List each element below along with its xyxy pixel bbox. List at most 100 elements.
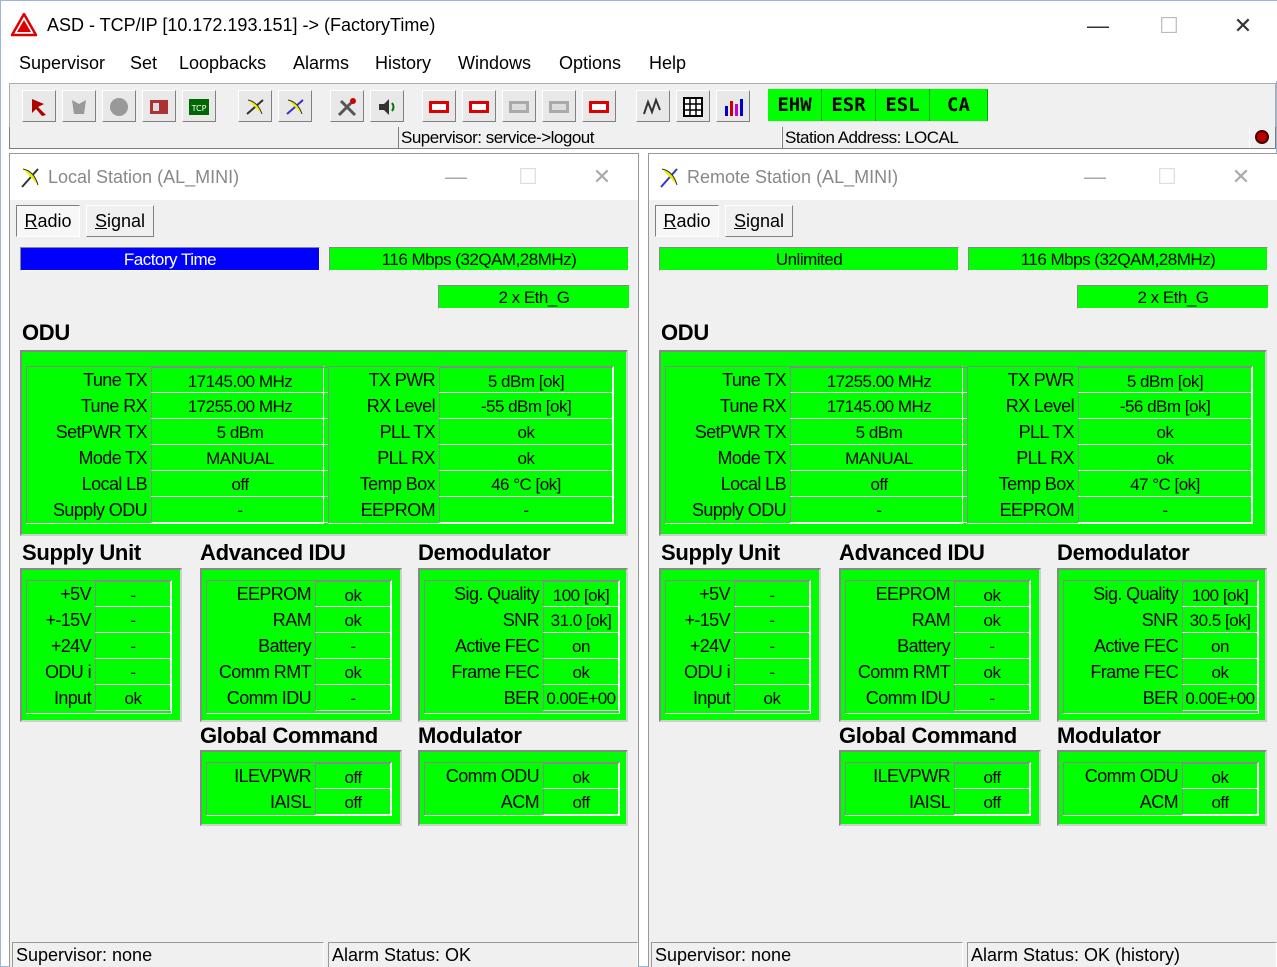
maximize-button[interactable]: ☐ [1146,9,1192,43]
menu-loopbacks[interactable]: Loopbacks [179,53,266,74]
grid-button[interactable] [676,90,710,122]
minimize-button[interactable]: — [1075,9,1121,43]
menu-bar: Supervisor Set Loopbacks Alarms History … [1,47,1277,81]
advanced-idu-row: EEPROM ok [846,581,1030,607]
modulator-row: ACM off [425,789,619,815]
antenna-alt-button[interactable] [278,90,312,122]
odu-value: ok [439,419,613,445]
odu-left-row: Local LB off [666,471,968,497]
advanced-idu-box: EEPROM ok RAM ok Battery - Comm RMT ok Comm … [839,568,1041,722]
capacity-status: 116 Mbps (32QAM,28MHz) [329,247,629,271]
demodulator-label: BER [503,688,540,708]
remote-status-bar: Supervisor: none Alarm Status: OK (histo… [649,940,1277,967]
global-command-value: off [315,763,391,789]
loopback-4-icon [549,101,569,113]
demodulator-box: Sig. Quality 100 [ok] SNR 30.5 [ok] Active… [1057,568,1267,722]
history-button[interactable] [62,90,96,122]
remote-close-button[interactable]: ✕ [1221,160,1261,194]
loopback-4-button[interactable] [542,90,576,122]
global-command-label: IAISL [269,792,312,812]
modulator-title: Modulator [418,723,522,748]
demodulator-label: BER [1142,688,1179,708]
menu-supervisor[interactable]: Supervisor [19,53,105,74]
menu-alarms[interactable]: Alarms [293,53,349,74]
alarm-indicator-esl: ESL [876,89,930,121]
global-command-row: IAISL off [846,789,1030,815]
odu-label: RX Level [366,396,436,416]
tcp-button[interactable]: TCP [182,90,216,122]
menu-options[interactable]: Options [559,53,621,74]
loopback-1-button[interactable] [422,90,456,122]
global-command-value: off [315,789,391,815]
advanced-idu-title: Advanced IDU [839,540,985,565]
demodulator-label: Active FEC [454,636,540,656]
remote-maximize-button[interactable]: ☐ [1147,160,1187,194]
measure-button[interactable] [636,90,670,122]
local-minimize-button[interactable]: — [436,160,476,194]
demodulator-value: ok [1182,659,1258,685]
equipment-button[interactable] [142,90,176,122]
advanced-idu-row: RAM ok [846,607,1030,633]
tab-signal[interactable]: Signal [86,205,154,237]
odu-left-row: Tune TX 17145.00 MHz [27,367,329,393]
supervisor-button[interactable] [22,90,56,122]
tab-radio[interactable]: Radio [16,205,80,237]
grid-icon [683,97,703,117]
antenna-button[interactable] [238,90,272,122]
loopback-2-button[interactable] [462,90,496,122]
demodulator-value: 31.0 [ok] [543,607,619,633]
advanced-idu-value: ok [315,659,391,685]
local-close-button[interactable]: ✕ [582,160,622,194]
odu-label: Tune RX [80,396,148,416]
odu-label: Local LB [720,474,787,494]
demodulator-row: Frame FEC ok [425,659,619,685]
loopback-5-button[interactable] [582,90,616,122]
loopback-3-button[interactable] [502,90,536,122]
modulator-table: Comm ODU ok ACM off [424,762,620,816]
tab-signal[interactable]: Signal [725,205,793,237]
modulator-row: Comm ODU ok [425,763,619,789]
odu-label: EEPROM [999,500,1075,520]
menu-windows[interactable]: Windows [458,53,531,74]
odu-right-row: Temp Box 46 °C [ok] [329,471,613,497]
odu-value: off [790,471,968,497]
menu-set[interactable]: Set [130,53,157,74]
modulator-label: Comm ODU [445,766,540,786]
odu-value: - [439,497,613,523]
odu-value: MANUAL [790,445,968,471]
remote-station-titlebar: Remote Station (AL_MINI) — ☐ ✕ [649,154,1277,200]
remote-minimize-button[interactable]: — [1075,160,1115,194]
remote-alarm-status: Alarm Status: OK (history) [967,942,1277,967]
supply-value: - [95,633,171,659]
odu-left-row: Mode TX MANUAL [27,445,329,471]
tab-radio[interactable]: Radio [655,205,719,237]
advanced-idu-row: Battery - [207,633,391,659]
odu-left-row: Tune RX 17255.00 MHz [27,393,329,419]
odu-value: 47 °C [ok] [1078,471,1252,497]
odu-right-row: TX PWR 5 dBm [ok] [968,367,1252,393]
advanced-idu-value: ok [954,659,1030,685]
chart-button[interactable] [716,90,750,122]
speaker-button[interactable] [370,90,404,122]
supply-value: - [95,607,171,633]
menu-history[interactable]: History [375,53,431,74]
tools-button[interactable] [330,90,364,122]
odu-value: -55 dBm [ok] [439,393,613,419]
demodulator-label: SNR [502,610,540,630]
local-maximize-button[interactable]: ☐ [508,160,548,194]
odu-right-row: PLL RX ok [329,445,613,471]
modulator-row: ACM off [1064,789,1258,815]
interface-status: 2 x Eth_G [1077,285,1269,309]
close-button[interactable]: ✕ [1220,9,1266,43]
demodulator-row: Sig. Quality 100 [ok] [1064,581,1258,607]
global-command-value: off [954,789,1030,815]
modulator-row: Comm ODU ok [1064,763,1258,789]
local-station-panel: Local Station (AL_MINI) — ☐ ✕ Radio Sign… [9,153,639,967]
antenna-icon [246,99,264,115]
stop-button[interactable] [102,90,136,122]
odu-right-row: Temp Box 47 °C [ok] [968,471,1252,497]
supervisor-status: Supervisor: service->logout [398,127,782,148]
odu-value: 17145.00 MHz [790,393,968,419]
odu-left-table: Tune TX 17145.00 MHz Tune RX 17255.00 MHz … [26,366,329,524]
menu-help[interactable]: Help [649,53,686,74]
